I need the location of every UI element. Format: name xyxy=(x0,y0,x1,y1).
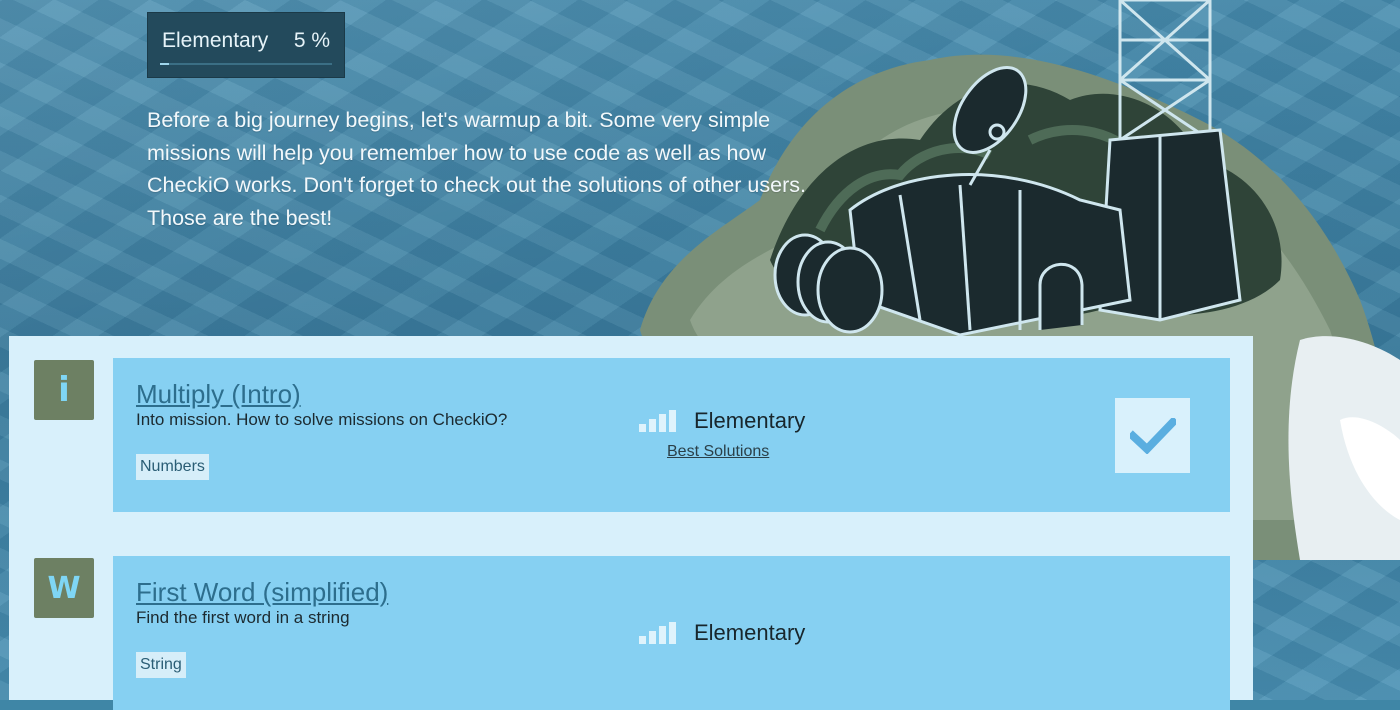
mission-level: Elementary xyxy=(639,408,805,434)
mission-title-link[interactable]: Multiply (Intro) xyxy=(136,379,301,410)
progress-fill xyxy=(160,63,169,65)
mission-list: i Multiply (Intro) Into mission. How to … xyxy=(9,336,1253,710)
mission-tag[interactable]: Numbers xyxy=(136,454,209,480)
mission-level-label: Elementary xyxy=(694,408,806,433)
progress-track xyxy=(160,63,332,65)
mission-description: Find the first word in a string xyxy=(136,608,350,627)
mission-card: Multiply (Intro) Into mission. How to so… xyxy=(113,358,1230,512)
progress-panel: Elementary 5 % xyxy=(147,12,345,78)
intro-text: Before a big journey begins, let's warmu… xyxy=(147,108,806,230)
mission-title-link[interactable]: First Word (simplified) xyxy=(136,577,388,608)
solved-checkbox[interactable] xyxy=(1115,398,1190,473)
level-bars-icon xyxy=(639,622,676,644)
mission-level: Elementary xyxy=(639,620,805,646)
checkmark-icon xyxy=(1129,417,1176,454)
mission-description: Into mission. How to solve missions on C… xyxy=(136,410,508,429)
mission-tag[interactable]: String xyxy=(136,652,186,678)
progress-percent: 5 % xyxy=(293,29,330,52)
mission-card: First Word (simplified) Find the first w… xyxy=(113,556,1230,710)
mission-badge: W xyxy=(34,558,94,618)
progress-label: Elementary xyxy=(162,29,269,52)
best-solutions-link[interactable]: Best Solutions xyxy=(667,443,769,461)
mission-level-label: Elementary xyxy=(694,620,806,645)
mission-badge: i xyxy=(34,360,94,420)
level-bars-icon xyxy=(639,410,676,432)
